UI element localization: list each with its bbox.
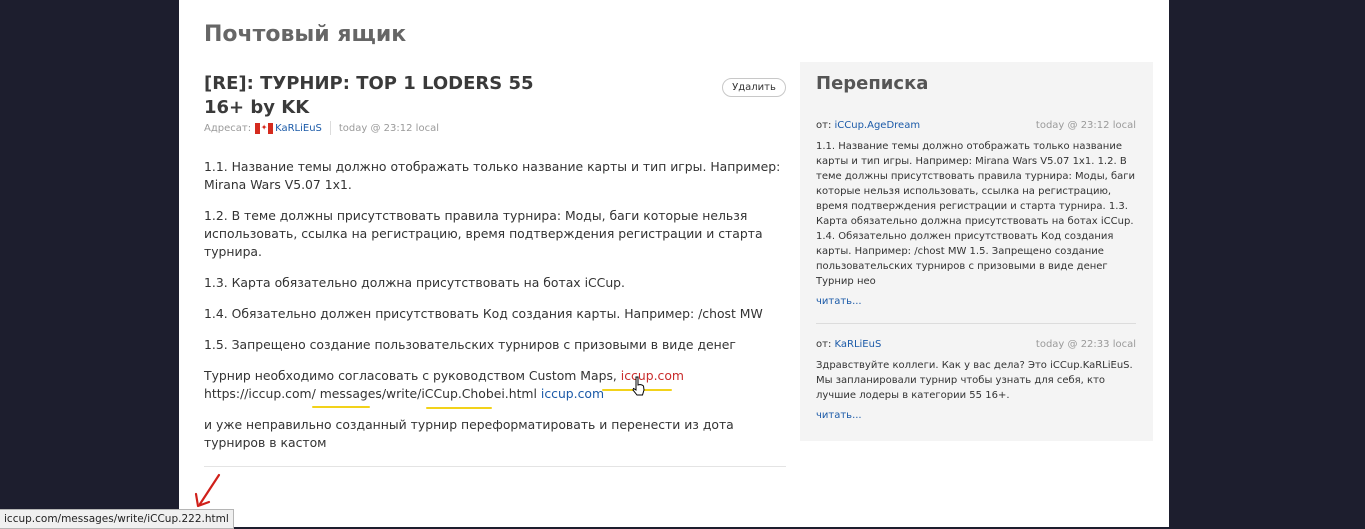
paragraph-url-text: https://iccup.com/ messages/write/iCCup.…	[204, 386, 541, 401]
message-paragraph: и уже неправильно созданный турнир переф…	[204, 417, 734, 450]
page-title: Почтовый ящик	[204, 22, 407, 47]
message-paragraph: 1.4. Обязательно должен присутствовать К…	[204, 306, 763, 321]
recipient-label: Адресат:	[204, 122, 252, 134]
read-more-link[interactable]: читать...	[816, 408, 1136, 423]
message-body: 1.1. Название темы должно отображать тол…	[204, 158, 786, 465]
browser-status-bar: iccup.com/messages/write/iCCup.222.html	[0, 509, 234, 529]
conversation-item: от: iCCup.AgeDream today @ 23:12 local 1…	[816, 118, 1136, 309]
conversation-date: today @ 23:12 local	[1035, 120, 1136, 131]
message-paragraph: 1.3. Карта обязательно должна присутство…	[204, 275, 625, 290]
canada-flag-icon: ✦	[255, 122, 274, 134]
message-subject: [RE]: ТУРНИР: TOP 1 LODERS 55 16+ by KK	[204, 73, 534, 118]
message-date: today @ 23:12 local	[338, 122, 439, 134]
conversation-sender-link[interactable]: KaRLiEuS	[835, 339, 882, 350]
conversation-separator	[816, 323, 1136, 324]
meta-separator	[329, 121, 331, 135]
iccup-link[interactable]: iccup.com	[541, 386, 604, 401]
read-more-link[interactable]: читать...	[816, 294, 1136, 309]
conversation-item: от: KaRLiEuS today @ 22:33 local Здравст…	[816, 337, 1136, 423]
annotation-underline	[426, 407, 492, 409]
conversation-date: today @ 22:33 local	[1035, 339, 1136, 350]
from-label: от:	[816, 120, 832, 131]
from-label: от:	[816, 339, 832, 350]
paragraph-text: Турнир необходимо согласовать с руководс…	[204, 368, 621, 383]
annotation-arrow-icon	[194, 473, 221, 508]
message-paragraph: 1.5. Запрещено создание пользовательских…	[204, 337, 736, 352]
annotation-underline	[312, 406, 370, 408]
conversation-preview: Здравствуйте коллеги. Как у вас дела? Эт…	[816, 360, 1133, 401]
message-paragraph-links: Турнир необходимо согласовать с руководс…	[204, 367, 786, 403]
message-paragraph: 1.1. Название темы должно отображать тол…	[204, 159, 781, 192]
recipient-link[interactable]: KaRLiEuS	[275, 123, 322, 134]
conversation-sender-link[interactable]: iCCup.AgeDream	[835, 120, 921, 131]
message-paragraph: 1.2. В теме должны присутствовать правил…	[204, 208, 763, 259]
hand-cursor-icon	[632, 376, 645, 396]
conversation-preview: 1.1. Название темы должно отображать тол…	[816, 141, 1135, 287]
body-divider	[204, 466, 786, 467]
sidebar-title: Переписка	[816, 73, 929, 94]
message-meta: Адресат: ✦ KaRLiEuS today @ 23:12 local	[204, 119, 439, 137]
delete-button[interactable]: Удалить	[722, 78, 786, 97]
